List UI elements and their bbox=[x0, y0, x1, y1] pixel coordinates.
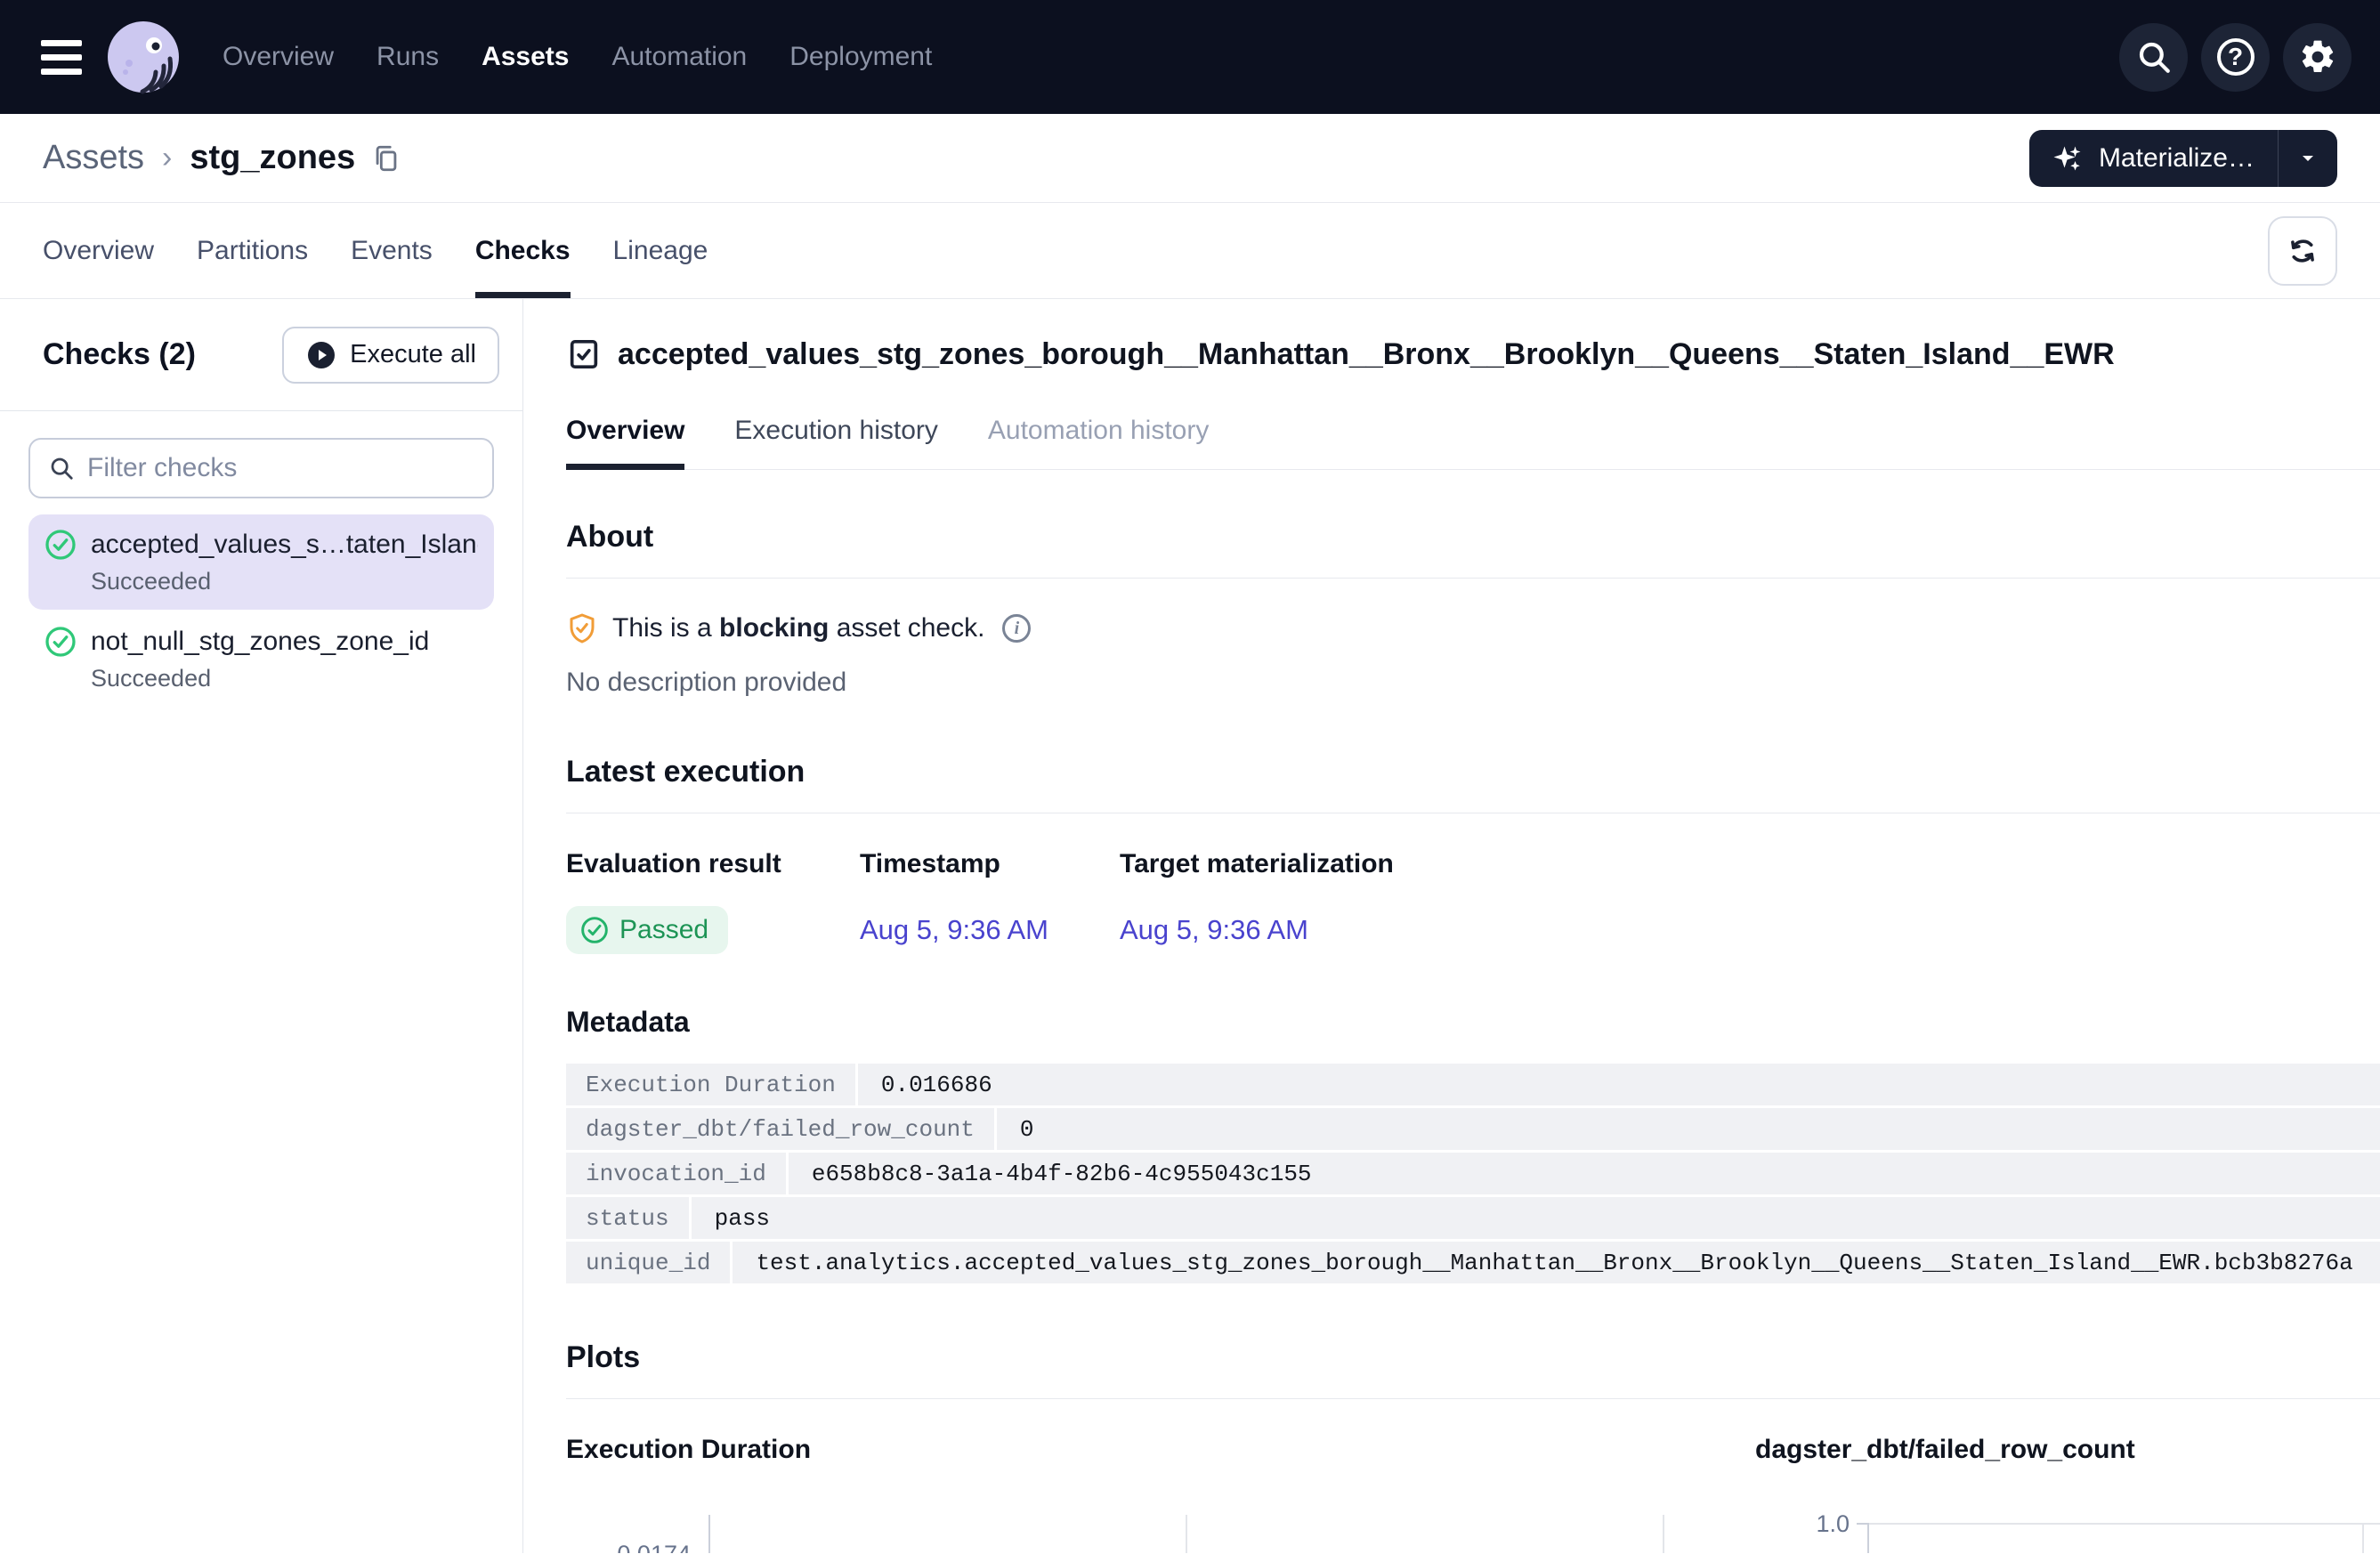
checks-count-heading: Checks (2) bbox=[43, 337, 196, 372]
blocking-text: This is a blocking asset check. bbox=[612, 613, 984, 643]
search-icon bbox=[2135, 38, 2173, 76]
latest-execution-section: Latest execution Evaluation result Times… bbox=[566, 755, 2380, 954]
timestamp-label: Timestamp bbox=[860, 849, 1120, 879]
shield-check-icon bbox=[566, 612, 598, 644]
breadcrumb-assets-link[interactable]: Assets bbox=[43, 139, 144, 177]
asset-check-icon bbox=[566, 336, 602, 372]
table-row: Execution Duration 0.016686 bbox=[566, 1064, 2380, 1105]
page-title: stg_zones bbox=[190, 139, 355, 177]
asset-tabs-row: Overview Partitions Events Checks Lineag… bbox=[0, 203, 2380, 299]
tab-lineage[interactable]: Lineage bbox=[613, 203, 708, 298]
search-button[interactable] bbox=[2119, 23, 2188, 92]
plots-heading: Plots bbox=[566, 1340, 2380, 1375]
primary-nav: Overview Runs Assets Automation Deployme… bbox=[223, 42, 932, 72]
check-detail-panel: accepted_values_stg_zones_borough__Manha… bbox=[523, 299, 2380, 1553]
target-materialization-link[interactable]: Aug 5, 9:36 AM bbox=[1120, 914, 1308, 945]
check-circle-icon bbox=[45, 529, 77, 561]
settings-button[interactable] bbox=[2283, 23, 2352, 92]
tab-check-overview[interactable]: Overview bbox=[566, 392, 684, 469]
help-button[interactable]: ? bbox=[2201, 23, 2270, 92]
copy-icon[interactable] bbox=[371, 143, 401, 174]
check-list-item[interactable]: accepted_values_s…taten_Island_ Succeede… bbox=[28, 514, 494, 610]
y-axis-tick: 1.0 bbox=[1755, 1510, 1850, 1538]
tab-partitions[interactable]: Partitions bbox=[197, 203, 308, 298]
materialize-label: Materialize… bbox=[2099, 143, 2255, 174]
tab-overview[interactable]: Overview bbox=[43, 203, 154, 298]
status-badge: Passed bbox=[566, 906, 728, 954]
evaluation-result-label: Evaluation result bbox=[566, 849, 860, 879]
materialize-button[interactable]: Materialize… bbox=[2029, 130, 2278, 187]
check-circle-icon bbox=[45, 626, 77, 658]
materialize-split-button: Materialize… bbox=[2029, 130, 2337, 187]
chevron-down-icon bbox=[2297, 148, 2319, 169]
check-title: accepted_values_stg_zones_borough__Manha… bbox=[618, 337, 2115, 372]
nav-item-assets[interactable]: Assets bbox=[482, 42, 569, 72]
materialize-dropdown-button[interactable] bbox=[2279, 130, 2337, 187]
y-axis-tick: 0.0174 bbox=[566, 1541, 691, 1553]
search-icon bbox=[48, 455, 75, 482]
check-status: Succeeded bbox=[91, 665, 478, 692]
play-circle-icon bbox=[305, 339, 337, 371]
check-list-item[interactable]: not_null_stg_zones_zone_id Succeeded bbox=[28, 611, 494, 707]
latest-execution-heading: Latest execution bbox=[566, 755, 2380, 789]
sparkle-icon bbox=[2052, 142, 2085, 174]
nav-item-runs[interactable]: Runs bbox=[376, 42, 439, 72]
filter-checks-input[interactable] bbox=[87, 453, 474, 483]
tab-checks[interactable]: Checks bbox=[475, 203, 571, 298]
info-icon[interactable]: i bbox=[1002, 614, 1031, 643]
target-materialization-label: Target materialization bbox=[1120, 849, 2380, 879]
execution-duration-chart: Execution Duration 0.0174 bbox=[566, 1435, 1755, 1553]
table-row: dagster_dbt/failed_row_count 0 bbox=[566, 1108, 2380, 1150]
check-status: Succeeded bbox=[91, 568, 478, 595]
dagster-logo-icon[interactable] bbox=[105, 19, 182, 95]
table-row: status pass bbox=[566, 1197, 2380, 1239]
tab-events[interactable]: Events bbox=[351, 203, 433, 298]
metadata-table: Execution Duration 0.016686 dagster_dbt/… bbox=[566, 1064, 2380, 1283]
table-row: invocation_id e658b8c8-3a1a-4b4f-82b6-4c… bbox=[566, 1153, 2380, 1194]
metadata-section: Metadata Execution Duration 0.016686 dag… bbox=[566, 1006, 2380, 1283]
help-icon: ? bbox=[2217, 38, 2255, 76]
execute-all-button[interactable]: Execute all bbox=[282, 327, 499, 384]
nav-item-deployment[interactable]: Deployment bbox=[789, 42, 932, 72]
refresh-icon bbox=[2287, 235, 2319, 267]
check-circle-icon bbox=[580, 916, 609, 944]
chart-title: dagster_dbt/failed_row_count bbox=[1755, 1435, 2380, 1465]
metadata-heading: Metadata bbox=[566, 1006, 2380, 1039]
chevron-right-icon: › bbox=[162, 141, 172, 175]
table-row: unique_id test.analytics.accepted_values… bbox=[566, 1242, 2380, 1283]
tab-automation-history: Automation history bbox=[988, 392, 1209, 469]
no-description-text: No description provided bbox=[566, 668, 2380, 698]
refresh-button[interactable] bbox=[2268, 216, 2337, 286]
chart-title: Execution Duration bbox=[566, 1435, 1755, 1465]
about-heading: About bbox=[566, 520, 2380, 554]
nav-item-automation[interactable]: Automation bbox=[611, 42, 747, 72]
checks-sidebar: Checks (2) Execute all bbox=[0, 299, 523, 1553]
tab-execution-history[interactable]: Execution history bbox=[734, 392, 937, 469]
filter-checks-box bbox=[28, 438, 494, 498]
gear-icon bbox=[2298, 37, 2337, 77]
nav-item-overview[interactable]: Overview bbox=[223, 42, 334, 72]
plots-section: Plots Execution Duration 0.0174 dagster_ bbox=[566, 1340, 2380, 1553]
top-nav: Overview Runs Assets Automation Deployme… bbox=[0, 0, 2380, 114]
about-section: About This is a blocking asset check. i … bbox=[566, 520, 2380, 698]
menu-icon[interactable] bbox=[41, 40, 82, 75]
breadcrumb: Assets › stg_zones Materialize… bbox=[0, 114, 2380, 203]
failed-row-count-chart: dagster_dbt/failed_row_count 1.0 0.6 bbox=[1755, 1435, 2380, 1553]
check-tabs: Overview Execution history Automation hi… bbox=[566, 392, 2380, 470]
timestamp-link[interactable]: Aug 5, 9:36 AM bbox=[860, 914, 1048, 945]
